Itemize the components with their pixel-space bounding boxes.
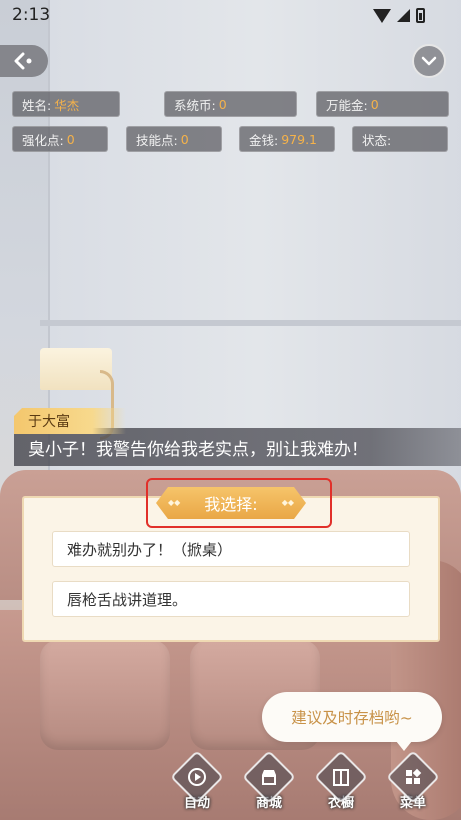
- collapse-button[interactable]: [412, 44, 446, 78]
- chevron-down-icon: [421, 56, 437, 66]
- wall-molding: [40, 320, 461, 326]
- status-bar: 2:13: [0, 0, 461, 30]
- choice-option-label: 唇枪舌战讲道理。: [67, 590, 188, 609]
- stat-status: 状态:: [352, 126, 448, 152]
- stat-status-label: 状态:: [362, 132, 392, 148]
- auto-button[interactable]: 自动: [170, 750, 224, 814]
- wardrobe-icon: [331, 767, 351, 787]
- status-time: 2:13: [12, 5, 51, 25]
- choice-option-label: 难办就别办了！（掀桌）: [67, 540, 233, 559]
- speaker-name-tag: 于大富: [14, 408, 126, 434]
- wardrobe-button[interactable]: 衣橱: [314, 750, 368, 814]
- stat-enhance-points: 强化点: 0: [12, 126, 108, 152]
- stat-name-value: 华杰: [54, 97, 80, 113]
- stat-name: 姓名: 华杰: [12, 91, 120, 117]
- stat-enhance-points-value: 0: [66, 131, 75, 147]
- auto-play-icon: [187, 767, 207, 787]
- stat-system-coin-label: 系统币:: [174, 97, 216, 113]
- system-icons: [373, 8, 425, 23]
- back-button[interactable]: [0, 45, 48, 77]
- save-hint-text: 建议及时存档哟~: [291, 709, 413, 727]
- dialogue-text: 臭小子！我警告你给我老实点，别让我难办！: [28, 439, 368, 460]
- menu-grid-icon: [403, 767, 423, 787]
- wardrobe-button-frame: [314, 750, 368, 804]
- shop-button-frame: [242, 750, 296, 804]
- choice-option-2[interactable]: 唇枪舌战讲道理。: [52, 581, 410, 617]
- wifi-icon: [373, 8, 391, 23]
- stat-money-label: 金钱:: [249, 132, 279, 148]
- stat-money: 金钱: 979.1: [239, 126, 335, 152]
- stat-universal-gold-value: 0: [370, 96, 379, 112]
- stat-universal-gold: 万能金: 0: [316, 91, 449, 117]
- stat-name-label: 姓名:: [22, 97, 52, 113]
- back-arrow-icon: [14, 52, 32, 70]
- stat-system-coin: 系统币: 0: [164, 91, 297, 117]
- stat-universal-gold-label: 万能金:: [326, 97, 368, 113]
- stat-skill-points: 技能点: 0: [126, 126, 222, 152]
- highlight-box: [146, 478, 332, 528]
- battery-icon: [416, 8, 425, 23]
- auto-button-frame: [170, 750, 224, 804]
- shop-button[interactable]: 商城: [242, 750, 296, 814]
- stat-enhance-points-label: 强化点:: [22, 132, 64, 148]
- stat-money-value: 979.1: [281, 131, 318, 147]
- speaker-name: 于大富: [28, 414, 70, 430]
- choice-option-1[interactable]: 难办就别办了！（掀桌）: [52, 531, 410, 567]
- shop-icon: [259, 767, 279, 787]
- stat-skill-points-label: 技能点:: [136, 132, 178, 148]
- menu-button-frame: [386, 750, 440, 804]
- stat-system-coin-value: 0: [218, 96, 227, 112]
- sofa-cushion: [40, 640, 170, 750]
- save-hint-bubble[interactable]: 建议及时存档哟~: [262, 692, 442, 751]
- menu-button[interactable]: 菜单: [386, 750, 440, 814]
- signal-icon: [397, 9, 410, 22]
- stat-skill-points-value: 0: [180, 131, 189, 147]
